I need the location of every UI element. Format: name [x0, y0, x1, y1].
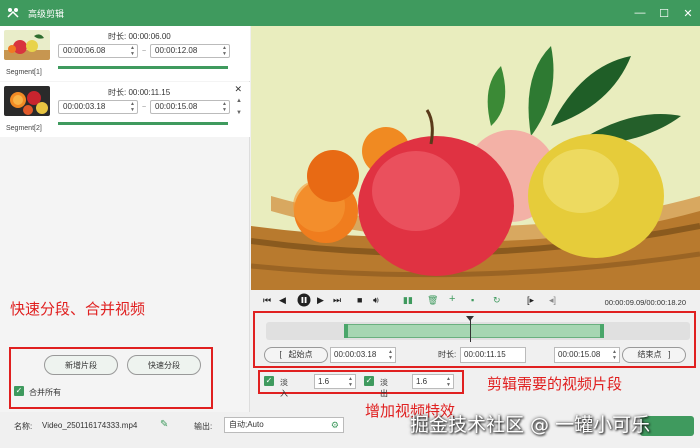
trim-row: [ 起始点 00:00:03.18 ▲ ▼ 时长: 00:00:11.15 00:0… — [264, 347, 692, 365]
segment-thumbnail — [4, 86, 50, 116]
segment-start-field[interactable]: 00:00:03.18 ▲ ▼ — [58, 100, 138, 114]
reset-icon[interactable]: ↻ — [493, 295, 501, 306]
segment-duration: 时长: 00:00:11.15 — [108, 88, 171, 97]
selection-start-handle[interactable] — [344, 324, 348, 338]
move-up-icon[interactable]: ▲ — [236, 98, 242, 104]
delete-segment-icon[interactable]: ✕ — [234, 84, 242, 95]
trash-icon[interactable]: ▪ — [471, 295, 474, 305]
fade-in-checkbox[interactable]: ✓ — [264, 376, 274, 386]
delete-icon[interactable]: 🗑︎ — [427, 295, 438, 306]
spinner-icon[interactable]: ▲ ▼ — [446, 376, 451, 388]
segment-end-field[interactable]: 00:00:12.08 ▲ ▼ — [150, 44, 230, 58]
segment-label: Segment[1] — [6, 69, 42, 76]
spinner-icon[interactable]: ▲ ▼ — [222, 101, 227, 113]
stop-icon[interactable]: ■ — [357, 295, 362, 305]
segment-item[interactable]: Segment[1] 时长: 00:00:06.00 00:00:06.08 ▲ ▼… — [0, 26, 250, 81]
skip-start-icon[interactable]: ⏮ — [263, 295, 271, 306]
app-logo-icon — [6, 6, 20, 20]
spinner-icon[interactable]: ▲ ▼ — [348, 376, 353, 388]
timeline-selection[interactable] — [344, 324, 604, 338]
trim-end-field[interactable]: 00:00:15.08 ▲ ▼ — [554, 347, 620, 363]
mark-out-icon[interactable]: ◂] — [549, 295, 556, 306]
segment-duration: 时长: 00:00:06.00 — [108, 32, 171, 41]
spinner-icon[interactable]: ▲ ▼ — [612, 349, 617, 361]
step-back-icon[interactable]: ◀ — [279, 295, 286, 306]
add-icon[interactable]: + — [449, 293, 455, 305]
file-name: Video_250116174333.mp4 — [42, 421, 138, 430]
segment-label: Segment[2] — [6, 125, 42, 132]
edit-name-icon[interactable]: ✎ — [160, 419, 168, 430]
playhead-line[interactable] — [470, 318, 471, 342]
fade-out-field[interactable]: 1.6 ▲ ▼ — [412, 374, 454, 389]
segment-thumbnail — [4, 30, 50, 60]
fade-out-label: 淡出 — [380, 378, 388, 398]
trim-duration-label: 时长: — [438, 350, 457, 359]
segment-bar — [58, 122, 228, 125]
minimize-button[interactable]: — — [628, 0, 652, 26]
quick-split-button[interactable]: 快速分段 — [127, 355, 201, 375]
add-segment-button[interactable]: 新增片段 — [44, 355, 118, 375]
step-forward-icon[interactable]: ▶ — [317, 295, 324, 306]
split-icon[interactable]: ▮▮ — [403, 295, 413, 306]
spinner-icon[interactable]: ▲ ▼ — [130, 101, 135, 113]
playback-time: 00:00:09.09/00:00:18.20 — [604, 298, 686, 307]
video-preview[interactable] — [251, 26, 700, 290]
segment-item[interactable]: Segment[2] 时长: 00:00:11.15 00:00:03.18 ▲ ▼… — [0, 82, 250, 137]
trim-start-field[interactable]: 00:00:03.18 ▲ ▼ — [330, 347, 396, 363]
window-title: 高级剪辑 — [28, 8, 65, 19]
player-controls: ⏮ ◀ ▶ ⏭ ■ 🔊︎ ▮▮ 🗑︎ + ▪ ↻ [▸ ◂] 00:00:09.… — [251, 293, 700, 311]
spinner-icon[interactable]: ▲ ▼ — [222, 45, 227, 57]
timeline-track[interactable] — [266, 316, 690, 342]
split-merge-caption: 快速分段、合并视频 — [10, 300, 146, 318]
trim-caption: 剪辑需要的视频片段 — [487, 375, 623, 393]
segment-start-field[interactable]: 00:00:06.08 ▲ ▼ — [58, 44, 138, 58]
spinner-icon[interactable]: ▲ ▼ — [130, 45, 135, 57]
maximize-button[interactable]: ☐ — [652, 0, 676, 26]
title-bar: 高级剪辑 — ☐ ✕ — [0, 0, 700, 26]
output-label: 输出: — [194, 422, 213, 431]
merge-all-label: 合并所有 — [29, 388, 61, 397]
selection-end-handle[interactable] — [600, 324, 604, 338]
close-window-button[interactable]: ✕ — [676, 0, 700, 26]
fade-in-label: 淡入 — [280, 378, 288, 398]
watermark: 掘金技术社区 @ 一罐小可乐 — [410, 414, 651, 436]
name-label: 名称: — [14, 422, 33, 431]
set-end-button[interactable]: 结束点 ] — [622, 347, 686, 363]
segment-panel: Segment[1] 时长: 00:00:06.00 00:00:06.08 ▲ ▼… — [0, 26, 250, 412]
move-down-icon[interactable]: ▼ — [236, 110, 242, 116]
volume-icon[interactable]: 🔊︎ — [373, 295, 379, 306]
spinner-icon[interactable]: ▲ ▼ — [388, 349, 393, 361]
skip-end-icon[interactable]: ⏭ — [333, 295, 341, 306]
output-select[interactable]: 自动;Auto ⚙ — [224, 417, 344, 433]
gear-icon[interactable]: ⚙ — [331, 418, 339, 432]
merge-all-checkbox[interactable]: ✓ — [14, 386, 24, 396]
segment-end-field[interactable]: 00:00:15.08 ▲ ▼ — [150, 100, 230, 114]
pause-icon[interactable] — [297, 293, 311, 309]
range-dash: ~ — [142, 48, 147, 55]
range-dash: ~ — [142, 104, 147, 111]
set-start-button[interactable]: [ 起始点 — [264, 347, 328, 363]
fade-in-field[interactable]: 1.6 ▲ ▼ — [314, 374, 356, 389]
segment-bar — [58, 66, 228, 69]
trim-duration-field[interactable]: 00:00:11.15 — [460, 347, 526, 363]
mark-in-icon[interactable]: [▸ — [527, 295, 534, 306]
fade-out-checkbox[interactable]: ✓ — [364, 376, 374, 386]
